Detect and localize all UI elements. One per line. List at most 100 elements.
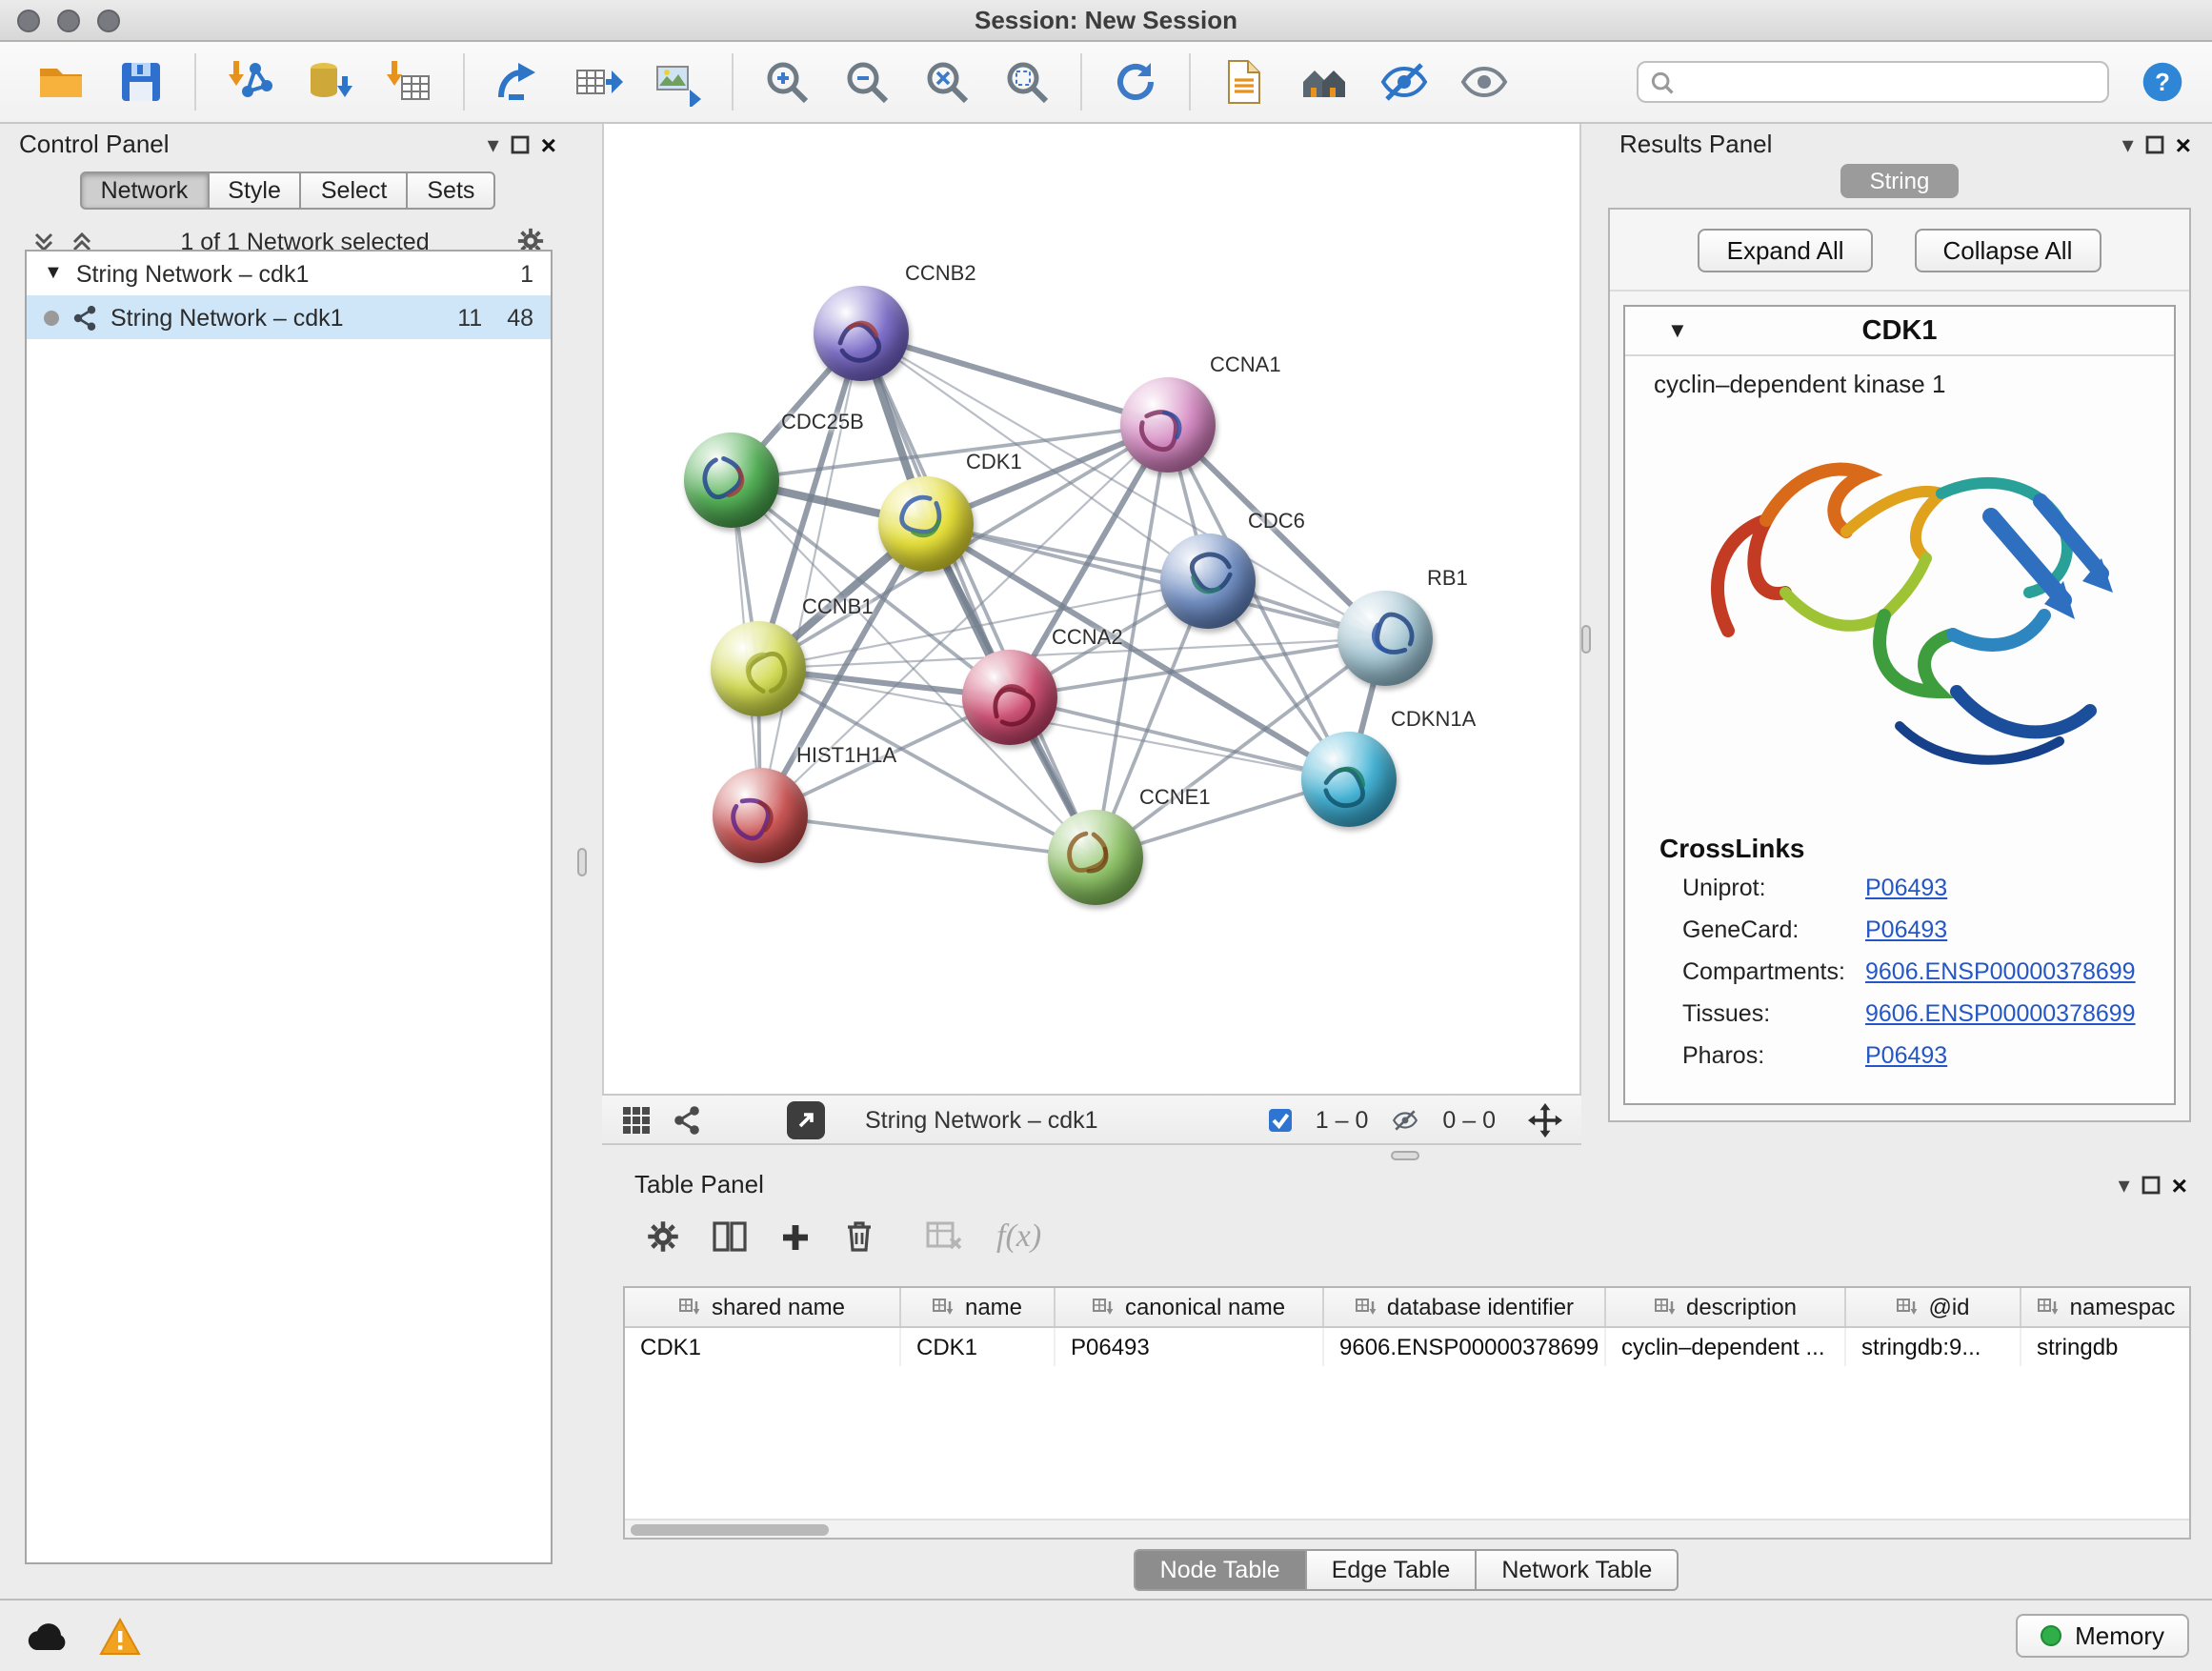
network-row-selected[interactable]: String Network – cdk1 11 48 xyxy=(27,295,551,339)
column-header-canonical-name[interactable]: canonical name xyxy=(1056,1288,1324,1326)
memory-label: Memory xyxy=(2075,1621,2164,1650)
fit-selected-move-icon[interactable] xyxy=(1528,1102,1562,1137)
grid-view-icon[interactable] xyxy=(621,1104,652,1135)
table-cell-canonical-name[interactable]: P06493 xyxy=(1056,1328,1324,1366)
scrollbar-thumb[interactable] xyxy=(631,1524,829,1536)
detach-view-icon[interactable] xyxy=(787,1100,825,1138)
open-session-icon[interactable] xyxy=(34,55,88,109)
network-node-cdc25b[interactable] xyxy=(684,433,779,528)
memory-button[interactable]: Memory xyxy=(2016,1614,2189,1658)
network-collection-row[interactable]: ▼ String Network – cdk1 1 xyxy=(27,252,551,295)
tab-string[interactable]: String xyxy=(1840,164,1959,198)
close-panel-icon[interactable]: × xyxy=(541,131,556,157)
network-node-ccna2[interactable] xyxy=(962,650,1057,745)
close-window-button[interactable] xyxy=(17,10,40,32)
expand-all-button[interactable]: Expand All xyxy=(1699,229,1873,272)
network-node-rb1[interactable] xyxy=(1337,591,1433,686)
tab-network[interactable]: Network xyxy=(80,171,210,210)
collapse-all-button[interactable]: Collapse All xyxy=(1915,229,2101,272)
zoom-window-button[interactable] xyxy=(97,10,120,32)
crosslink-value[interactable]: P06493 xyxy=(1865,916,1947,943)
tab-style[interactable]: Style xyxy=(207,171,302,210)
network-node-ccnb1[interactable] xyxy=(711,621,806,716)
help-icon[interactable]: ? xyxy=(2136,55,2189,109)
main-toolbar: ? xyxy=(0,42,2212,124)
table-settings-gear-icon[interactable] xyxy=(646,1219,680,1254)
crosslink-label: Uniprot: xyxy=(1682,875,1865,901)
zoom-selected-icon[interactable] xyxy=(1000,55,1054,109)
network-node-cdc6[interactable] xyxy=(1160,534,1256,629)
table-cell-id[interactable]: stringdb:9... xyxy=(1846,1328,2021,1366)
table-cell-description[interactable]: cyclin–dependent ... xyxy=(1606,1328,1846,1366)
delete-column-icon[interactable] xyxy=(844,1219,875,1254)
column-header-namespac[interactable]: namespac xyxy=(2021,1288,2191,1326)
tab-sets[interactable]: Sets xyxy=(406,171,495,210)
right-splitter-handle[interactable] xyxy=(1581,625,1591,654)
network-node-ccna1[interactable] xyxy=(1120,377,1216,473)
refresh-icon[interactable] xyxy=(1109,55,1162,109)
export-table-icon[interactable] xyxy=(572,55,625,109)
column-header-database-identifier[interactable]: database identifier xyxy=(1324,1288,1606,1326)
first-neighbors-icon[interactable] xyxy=(1297,55,1351,109)
network-node-cdk1[interactable] xyxy=(878,476,974,572)
column-header-description[interactable]: description xyxy=(1606,1288,1846,1326)
minimize-window-button[interactable] xyxy=(57,10,80,32)
tab-node-table[interactable]: Node Table xyxy=(1134,1549,1307,1591)
tab-network-table[interactable]: Network Table xyxy=(1475,1549,1679,1591)
disclosure-triangle-icon[interactable]: ▼ xyxy=(44,263,63,284)
create-column-icon[interactable] xyxy=(779,1220,812,1253)
float-panel-icon[interactable] xyxy=(511,134,530,153)
network-canvas[interactable]: CCNB2CCNA1CDC25BCDK1CDC6RB1CCNB1CCNA2CDK… xyxy=(602,124,1581,1094)
left-splitter-handle[interactable] xyxy=(577,848,587,876)
export-image-icon[interactable] xyxy=(652,55,705,109)
table-cell-database-identifier[interactable]: 9606.ENSP00000378699 xyxy=(1324,1328,1606,1366)
table-cell-name[interactable]: CDK1 xyxy=(901,1328,1056,1366)
selected-nodes-checkbox-icon[interactable] xyxy=(1268,1106,1295,1133)
network-node-hist1h1a[interactable] xyxy=(713,768,808,863)
float-panel-icon[interactable] xyxy=(2142,1175,2161,1194)
crosslink-value[interactable]: P06493 xyxy=(1865,1042,1947,1069)
hidden-edges-eye-icon[interactable] xyxy=(1389,1106,1421,1133)
show-columns-icon[interactable] xyxy=(713,1221,747,1252)
import-table-icon[interactable] xyxy=(383,55,436,109)
table-row[interactable]: CDK1CDK1P064939606.ENSP00000378699cyclin… xyxy=(625,1328,2189,1366)
tab-select[interactable]: Select xyxy=(300,171,409,210)
chevron-down-icon[interactable]: ▾ xyxy=(2119,1173,2130,1196)
table-cell-shared-name[interactable]: CDK1 xyxy=(625,1328,901,1366)
crosslink-value[interactable]: 9606.ENSP00000378699 xyxy=(1865,1000,2136,1027)
chevron-down-icon[interactable]: ▾ xyxy=(2122,132,2134,155)
zoom-fit-icon[interactable] xyxy=(920,55,974,109)
search-field[interactable] xyxy=(1682,69,2096,95)
horizontal-scrollbar[interactable] xyxy=(625,1519,2189,1538)
show-all-icon[interactable] xyxy=(1458,55,1511,109)
chevron-down-icon[interactable]: ▾ xyxy=(488,132,499,155)
network-node-ccne1[interactable] xyxy=(1048,810,1143,905)
hide-selected-icon[interactable] xyxy=(1377,55,1431,109)
table-cell-namespac[interactable]: stringdb xyxy=(2021,1328,2191,1366)
crosslink-value[interactable]: P06493 xyxy=(1865,875,1947,901)
save-session-icon[interactable] xyxy=(114,55,168,109)
document-icon[interactable] xyxy=(1217,55,1271,109)
import-network-icon[interactable] xyxy=(223,55,276,109)
title-bar: Session: New Session xyxy=(0,0,2212,42)
zoom-out-icon[interactable] xyxy=(840,55,894,109)
network-node-ccnb2[interactable] xyxy=(814,286,909,381)
collapse-card-icon[interactable]: ▼ xyxy=(1667,319,1688,342)
bottom-splitter-handle[interactable] xyxy=(1391,1151,1419,1160)
column-header-id[interactable]: @id xyxy=(1846,1288,2021,1326)
export-network-icon[interactable] xyxy=(492,55,545,109)
tab-edge-table[interactable]: Edge Table xyxy=(1305,1549,1478,1591)
search-input[interactable] xyxy=(1637,61,2109,103)
network-node-cdkn1a[interactable] xyxy=(1301,732,1397,827)
warning-icon[interactable] xyxy=(99,1617,141,1655)
share-view-icon[interactable] xyxy=(673,1104,701,1135)
float-panel-icon[interactable] xyxy=(2145,134,2164,153)
cloud-icon[interactable] xyxy=(23,1619,72,1653)
import-network-database-icon[interactable] xyxy=(303,55,356,109)
crosslink-value[interactable]: 9606.ENSP00000378699 xyxy=(1865,958,2136,985)
close-panel-icon[interactable]: × xyxy=(2176,131,2191,157)
zoom-in-icon[interactable] xyxy=(760,55,814,109)
column-header-name[interactable]: name xyxy=(901,1288,1056,1326)
close-panel-icon[interactable]: × xyxy=(2172,1171,2187,1198)
column-header-shared-name[interactable]: shared name xyxy=(625,1288,901,1326)
